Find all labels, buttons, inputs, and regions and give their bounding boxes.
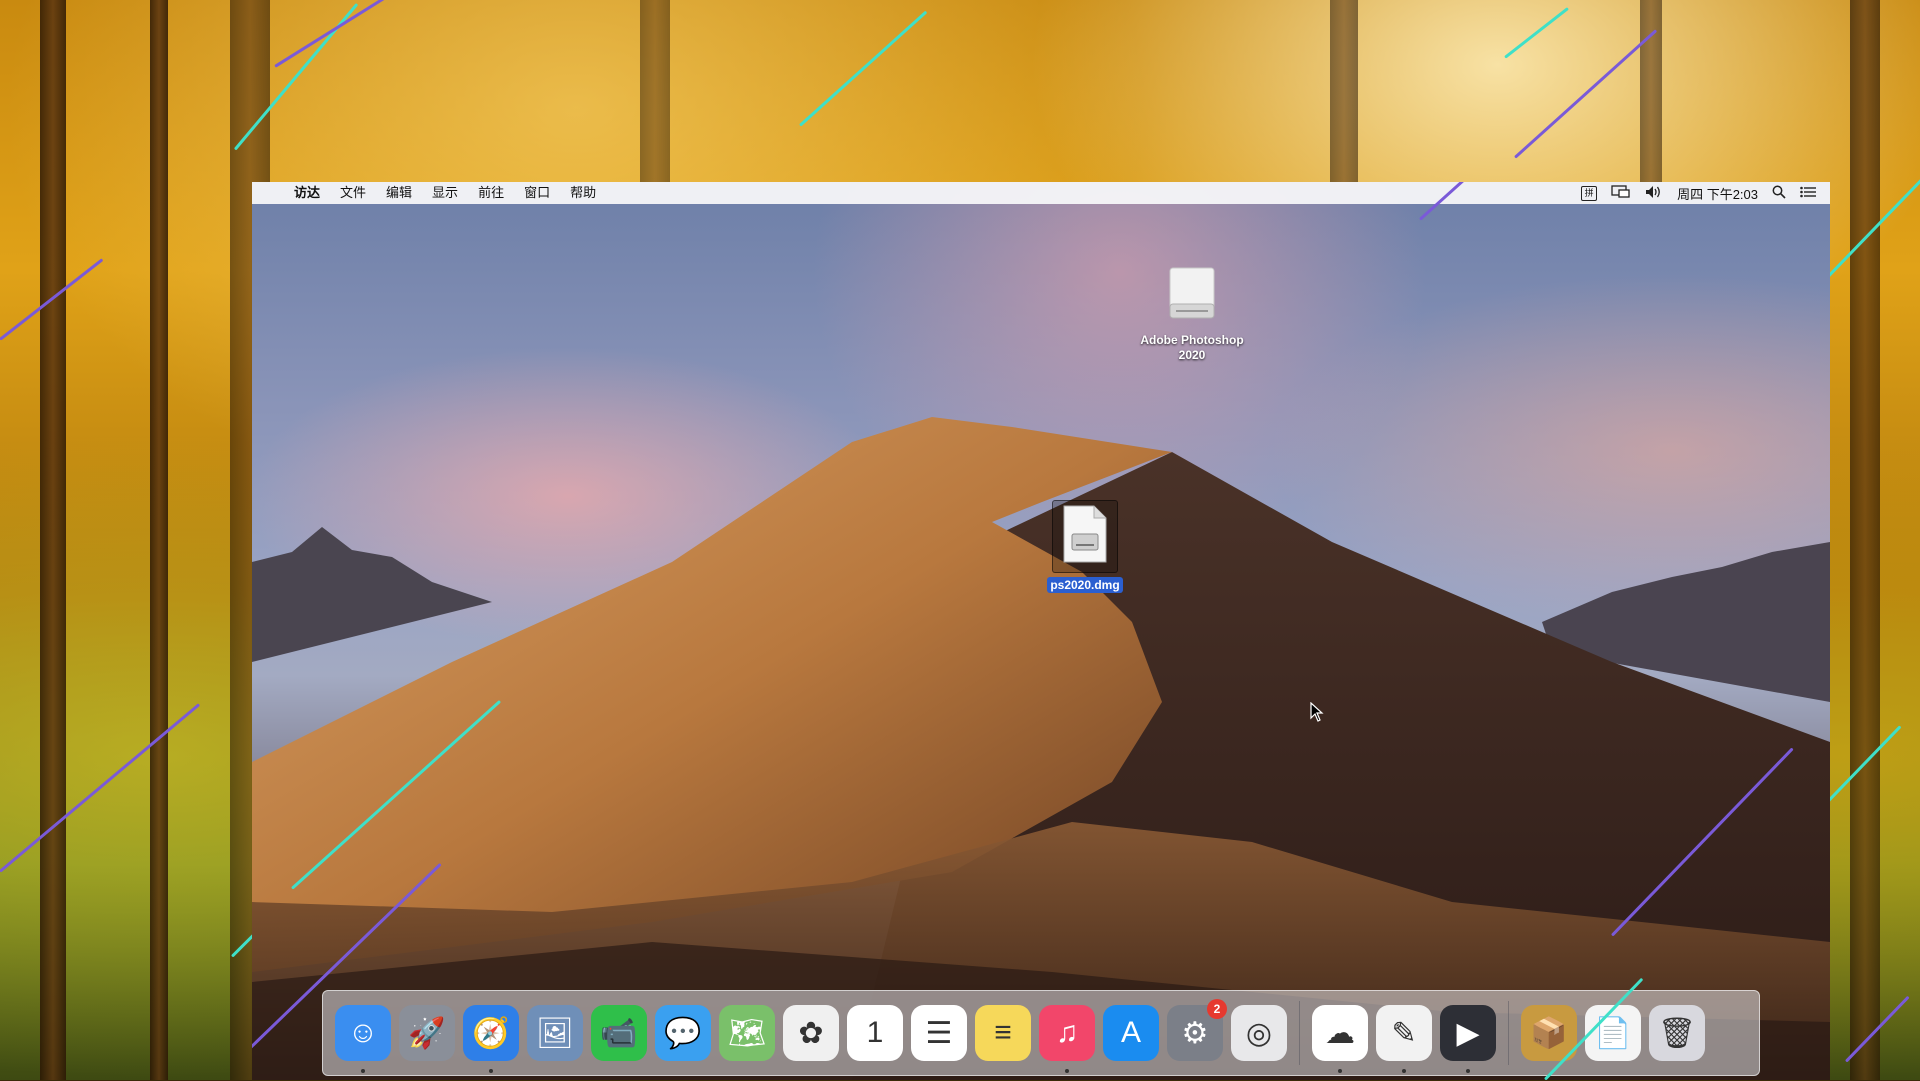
running-indicator xyxy=(1065,1069,1069,1073)
music-icon[interactable]: ♫ xyxy=(1039,1005,1095,1073)
dmg-file-label: ps2020.dmg xyxy=(1047,577,1123,593)
ps2020-dmg-desktop-icon[interactable]: ps2020.dmg xyxy=(1025,500,1145,594)
calendar-glyph: 1 xyxy=(866,1016,884,1049)
photos-glyph: ✿ xyxy=(798,1016,824,1050)
baidu-netdisk-glyph: ☁ xyxy=(1325,1016,1355,1050)
messages-glyph: 💬 xyxy=(664,1016,702,1050)
launchpad-glyph: 🚀 xyxy=(408,1016,446,1050)
mac-desktop-screen: 访达 文件 编辑 显示 前往 窗口 帮助 拼 周四 下午2:03 Adobe P… xyxy=(252,182,1830,1080)
music-glyph: ♫ xyxy=(1055,1016,1079,1049)
tree-trunk xyxy=(40,0,66,1080)
menu-bar: 访达 文件 编辑 显示 前往 窗口 帮助 拼 周四 下午2:03 xyxy=(252,182,1830,204)
messages-icon[interactable]: 💬 xyxy=(655,1005,711,1061)
tree-trunk xyxy=(150,0,168,1080)
notes-icon[interactable]: ≡ xyxy=(975,1005,1031,1061)
menu-window[interactable]: 窗口 xyxy=(514,182,560,204)
safari-icon[interactable]: 🧭 xyxy=(463,1005,519,1073)
trash-glyph: 🗑 xyxy=(1657,1016,1697,1050)
menu-help[interactable]: 帮助 xyxy=(560,182,606,204)
notification-badge: 2 xyxy=(1207,999,1227,1019)
screenshot-icon[interactable]: ◎ xyxy=(1231,1005,1287,1061)
menu-finder[interactable]: 访达 xyxy=(284,182,330,204)
menu-file[interactable]: 文件 xyxy=(330,182,376,204)
finder-icon[interactable]: ☺ xyxy=(335,1005,391,1073)
menu-edit[interactable]: 编辑 xyxy=(376,182,422,204)
baidu-netdisk-icon[interactable]: ☁ xyxy=(1312,1005,1368,1073)
notification-center-icon[interactable] xyxy=(1800,186,1816,201)
running-indicator xyxy=(1402,1069,1406,1073)
disk-image-volume-icon xyxy=(1132,266,1252,329)
dmg-file-icon xyxy=(1052,500,1118,573)
pages-glyph: ✎ xyxy=(1391,1016,1417,1050)
zoom-icon[interactable]: ▶ xyxy=(1440,1005,1496,1073)
dock-separator xyxy=(1508,1001,1509,1065)
reminders-icon[interactable]: ☰ xyxy=(911,1005,967,1061)
running-indicator xyxy=(361,1069,365,1073)
preview-icon[interactable]: 🖼 xyxy=(527,1005,583,1061)
system-preferences-glyph: ⚙ xyxy=(1181,1016,1209,1050)
facetime-glyph: 📹 xyxy=(600,1016,638,1050)
system-preferences-icon[interactable]: ⚙ 2 xyxy=(1167,999,1227,1061)
launchpad-icon[interactable]: 🚀 xyxy=(399,1005,455,1061)
airplay-display-icon[interactable] xyxy=(1611,184,1631,202)
app-store-glyph: A xyxy=(1120,1016,1141,1049)
zoom-glyph: ▶ xyxy=(1456,1016,1480,1050)
mojave-dune-wallpaper xyxy=(252,417,1830,1080)
menu-bar-clock[interactable]: 周四 下午2:03 xyxy=(1677,184,1758,203)
trash-icon[interactable]: 🗑 xyxy=(1649,1005,1705,1061)
dock: ☺ 🚀 🧭 🖼 📹 💬 🗺 ✿ 1 ☰ ≡ ♫ A ⚙ 2 ◎ ☁ ✎ ▶ 📦 📄 🗑 xyxy=(322,990,1760,1076)
document-icon[interactable]: 📄 xyxy=(1585,1005,1641,1061)
reminders-glyph: ☰ xyxy=(925,1016,953,1050)
maps-icon[interactable]: 🗺 xyxy=(719,1005,775,1061)
maps-glyph: 🗺 xyxy=(727,1016,767,1050)
photos-icon[interactable]: ✿ xyxy=(783,1005,839,1061)
notes-glyph: ≡ xyxy=(994,1016,1012,1049)
tree-trunk xyxy=(1850,0,1880,1080)
running-indicator xyxy=(1466,1069,1470,1073)
finder-glyph: ☺ xyxy=(347,1016,379,1049)
volume-icon[interactable] xyxy=(1645,185,1663,202)
installer-glyph: 📦 xyxy=(1530,1016,1568,1050)
safari-glyph: 🧭 xyxy=(472,1016,510,1050)
pages-icon[interactable]: ✎ xyxy=(1376,1005,1432,1073)
mouse-pointer-icon xyxy=(1310,701,1324,727)
dock-separator xyxy=(1299,1001,1300,1065)
facetime-icon[interactable]: 📹 xyxy=(591,1005,647,1061)
menu-go[interactable]: 前往 xyxy=(468,182,514,204)
input-method-icon[interactable]: 拼 xyxy=(1581,185,1598,201)
volume-label: Adobe Photoshop 2020 xyxy=(1140,333,1244,362)
photoshop-volume-desktop-icon[interactable]: Adobe Photoshop 2020 xyxy=(1132,266,1252,363)
app-store-icon[interactable]: A xyxy=(1103,1005,1159,1061)
running-indicator xyxy=(1338,1069,1342,1073)
calendar-icon[interactable]: 1 xyxy=(847,1005,903,1061)
menu-view[interactable]: 显示 xyxy=(422,182,468,204)
screenshot-glyph: ◎ xyxy=(1245,1016,1273,1050)
running-indicator xyxy=(489,1069,493,1073)
spotlight-search-icon[interactable] xyxy=(1772,185,1786,202)
preview-glyph: 🖼 xyxy=(535,1016,575,1050)
